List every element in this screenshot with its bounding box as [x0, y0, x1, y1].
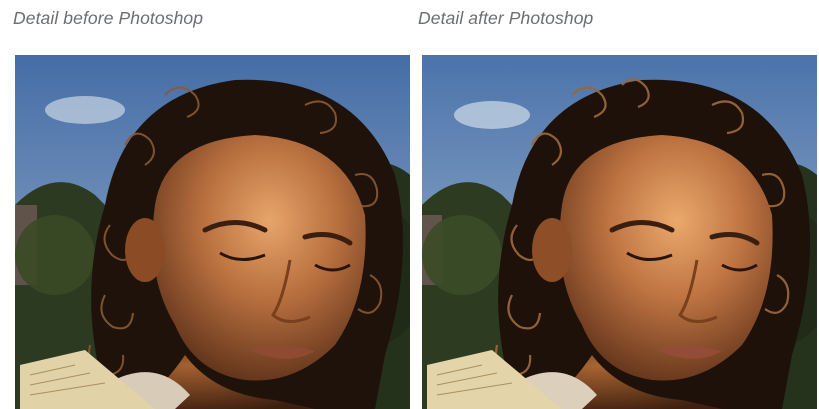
portrait-image [15, 55, 410, 409]
before-photo [15, 55, 410, 409]
portrait-image [422, 55, 817, 409]
before-panel: Detail before Photoshop [13, 0, 410, 409]
before-caption: Detail before Photoshop [13, 8, 204, 28]
after-panel: Detail after Photoshop [418, 0, 817, 409]
after-photo [422, 55, 817, 409]
after-caption: Detail after Photoshop [418, 8, 594, 28]
